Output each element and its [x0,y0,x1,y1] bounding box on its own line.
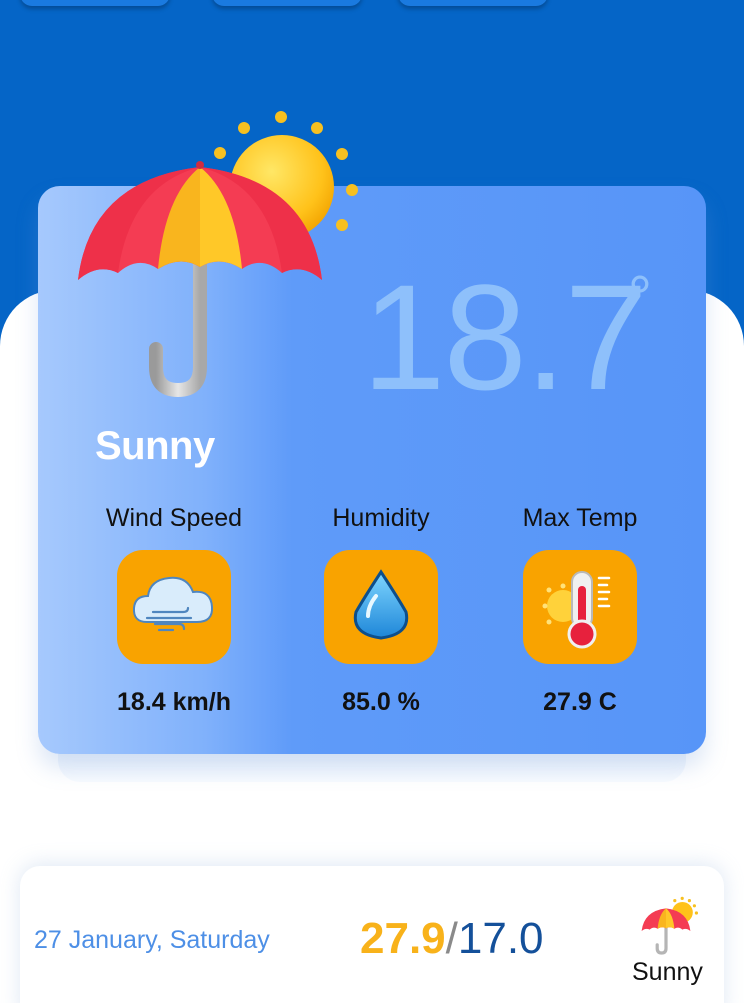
stat-label: Humidity [332,504,430,532]
umbrella-sun-icon [641,896,698,955]
current-condition: Sunny [95,424,215,468]
stat-tile [117,550,231,664]
top-tab-3[interactable] [398,0,548,6]
top-tab-strip [0,0,744,12]
stat-humidity: Humidity 85.0 % [281,500,481,722]
stat-value: 27.9 C [543,688,617,716]
stat-tile [324,550,438,664]
stat-label: Max Temp [522,504,638,532]
stat-label: Wind Speed [105,504,243,532]
degree-symbol: ° [628,264,652,331]
top-tab-2[interactable] [212,0,362,6]
stat-value: 85.0 % [342,688,420,716]
forecast-list-item[interactable]: 27 January, Saturday 27.9/17.0 Sunny [20,866,724,1003]
top-tab-1[interactable] [20,0,170,6]
forecast-min-temp: 17.0 [457,914,544,963]
forecast-date: 27 January, Saturday [34,926,270,954]
water-drop-icon [353,569,409,640]
thermometer-icon [542,571,611,649]
stat-value: 18.4 km/h [117,688,231,716]
wind-cloud-icon [132,576,214,632]
temp-separator: / [445,914,458,963]
stat-wind-speed: Wind Speed 18.4 km/h [74,500,274,722]
forecast-condition: Sunny [632,958,703,986]
umbrella-sun-icon [78,111,358,398]
stat-tile [523,550,637,664]
forecast-temperature-range: 27.9/17.0 [360,914,544,964]
forecast-max-temp: 27.9 [360,914,446,963]
current-temperature: 18.7 [362,253,648,421]
card-shadow [58,752,686,782]
stat-max-temp: Max Temp 27.9 C [480,500,680,722]
